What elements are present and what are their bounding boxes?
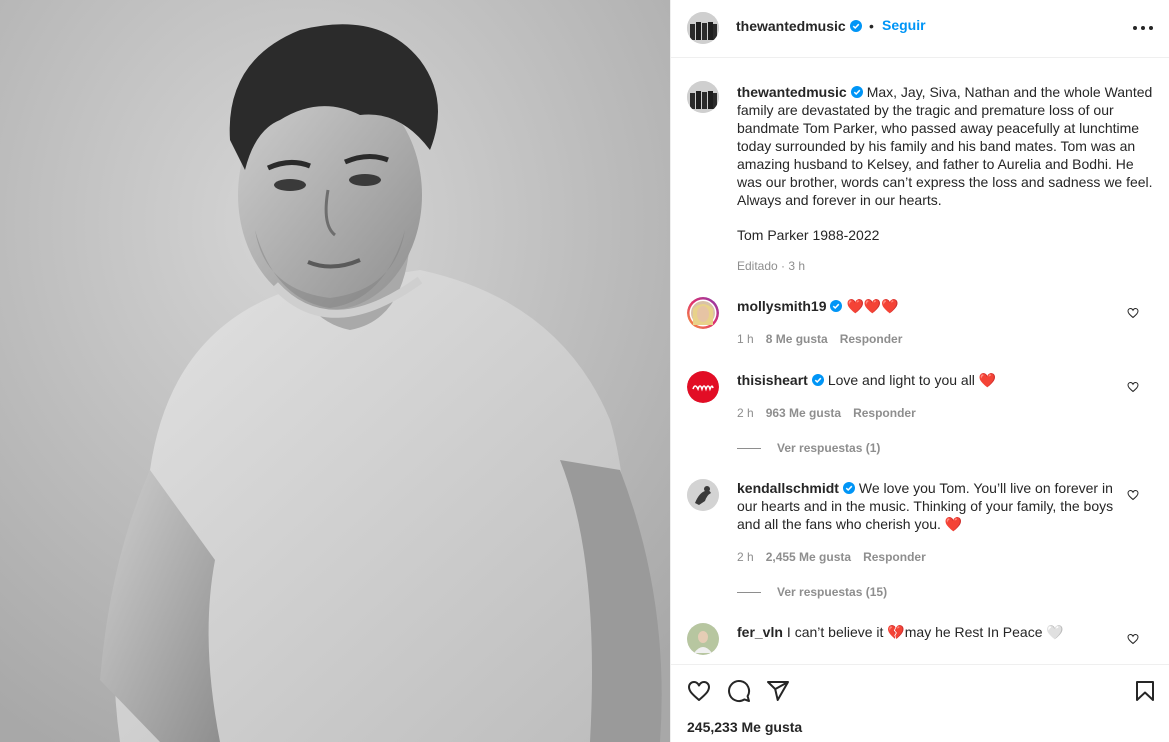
comment-time: 2 h — [737, 550, 754, 564]
profile-photo-icon — [687, 297, 719, 329]
caption-username[interactable]: thewantedmusic — [737, 84, 847, 100]
view-replies-label[interactable]: Ver respuestas (1) — [777, 441, 880, 455]
reply-button[interactable]: Responder — [863, 550, 926, 564]
share-icon[interactable] — [766, 679, 790, 703]
verified-badge-icon — [842, 482, 855, 494]
replies-divider — [737, 447, 761, 449]
view-replies-label[interactable]: Ver respuestas (15) — [777, 585, 887, 599]
band-photo-icon — [687, 12, 719, 44]
comment-username[interactable]: thisisheart — [737, 372, 808, 388]
comment-username[interactable]: kendallschmidt — [737, 480, 839, 496]
like-comment-heart-icon[interactable] — [1127, 489, 1139, 501]
comment-avatar[interactable] — [687, 623, 719, 655]
heart-icon[interactable] — [687, 679, 711, 703]
caption-body: thewantedmusic Max, Jay, Siva, Nathan and… — [737, 83, 1157, 209]
comment-likes[interactable]: 2,455 Me gusta — [766, 550, 851, 564]
more-options-icon[interactable] — [1133, 24, 1153, 32]
like-comment-heart-icon[interactable] — [1127, 633, 1139, 645]
view-replies-button[interactable]: Ver respuestas (15) — [737, 585, 887, 599]
verified-badge-icon — [849, 20, 862, 32]
comment-avatar[interactable] — [687, 479, 719, 511]
comment-username[interactable]: mollysmith19 — [737, 298, 826, 314]
comment-text: fer_vln I can’t believe it 💔may he Rest I… — [737, 623, 1127, 641]
header-separator: • — [869, 18, 874, 34]
author-avatar[interactable] — [687, 12, 719, 44]
comment-avatar[interactable] — [687, 297, 719, 329]
verified-badge-icon — [811, 374, 824, 386]
author-username-text[interactable]: thewantedmusic — [736, 18, 846, 34]
comment-time: 1 h — [737, 332, 754, 346]
caption-meta: Editado · 3 h — [737, 259, 806, 273]
heart-logo-icon — [687, 371, 719, 403]
replies-divider — [737, 591, 761, 593]
comment-body: ❤️❤️❤️ — [846, 298, 899, 314]
comment-meta: 2 h 2,455 Me gusta Responder — [737, 550, 926, 564]
comment-body: I can’t believe it 💔may he Rest In Peace… — [786, 624, 1064, 640]
view-replies-button[interactable]: Ver respuestas (1) — [737, 441, 880, 455]
comment-username[interactable]: fer_vln — [737, 624, 783, 640]
profile-photo-icon — [687, 479, 719, 511]
comment-text: mollysmith19 ❤️❤️❤️ — [737, 297, 1127, 315]
comment-avatar[interactable] — [687, 371, 719, 403]
comment-likes[interactable]: 8 Me gusta — [766, 332, 828, 346]
post-sidebar: thewantedmusic • Seguir thewantedmusic M… — [670, 0, 1169, 742]
caption-avatar[interactable] — [687, 81, 719, 113]
comment-meta: 1 h 8 Me gusta Responder — [737, 332, 902, 346]
portrait-image — [0, 0, 670, 742]
like-comment-heart-icon[interactable] — [1127, 381, 1139, 393]
comment-meta: 2 h 963 Me gusta Responder — [737, 406, 916, 420]
likes-count[interactable]: 245,233 Me gusta — [687, 719, 802, 735]
caption-text: Max, Jay, Siva, Nathan and the whole Wan… — [737, 84, 1153, 208]
comment-text: kendallschmidt We love you Tom. You’ll li… — [737, 479, 1127, 533]
author-username[interactable]: thewantedmusic — [736, 18, 862, 34]
caption-signature: Tom Parker 1988-2022 — [737, 227, 880, 243]
verified-badge-icon — [830, 300, 843, 312]
instagram-post-modal: thewantedmusic • Seguir thewantedmusic M… — [0, 0, 1169, 742]
comment-likes[interactable]: 963 Me gusta — [766, 406, 841, 420]
comment-body: Love and light to you all ❤️ — [827, 372, 997, 388]
comment-time: 2 h — [737, 406, 754, 420]
comment-text: thisisheart Love and light to you all ❤️ — [737, 371, 1127, 389]
follow-button[interactable]: Seguir — [882, 17, 926, 33]
profile-photo-icon — [687, 623, 719, 655]
reply-button[interactable]: Responder — [840, 332, 903, 346]
comment-icon[interactable] — [727, 679, 751, 703]
post-actions: 245,233 Me gusta — [671, 664, 1169, 742]
reply-button[interactable]: Responder — [853, 406, 916, 420]
like-comment-heart-icon[interactable] — [1127, 307, 1139, 319]
verified-badge-icon — [850, 86, 863, 98]
band-photo-icon — [687, 81, 719, 113]
post-header: thewantedmusic • Seguir — [671, 0, 1169, 58]
bookmark-icon[interactable] — [1133, 679, 1157, 703]
post-photo — [0, 0, 670, 742]
